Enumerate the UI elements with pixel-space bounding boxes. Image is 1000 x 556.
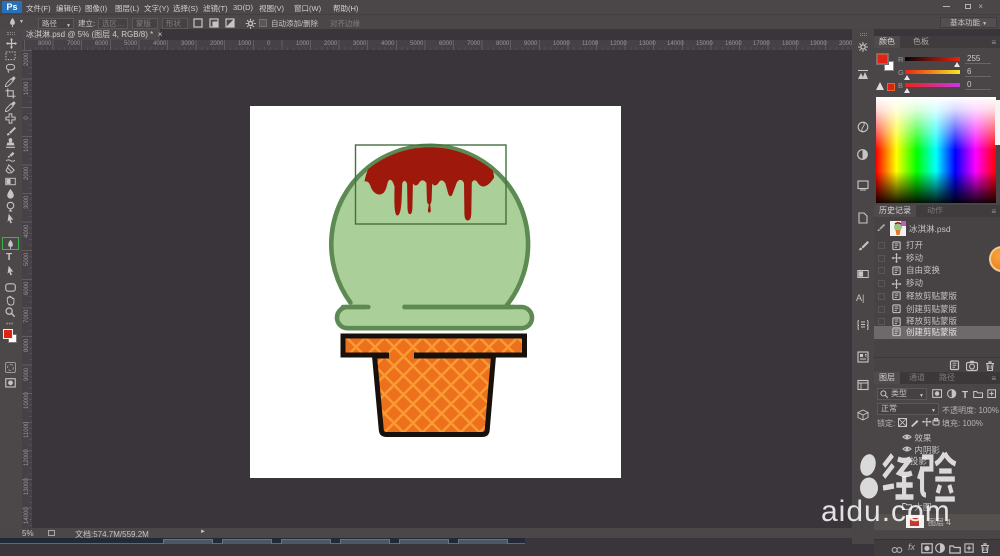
svg-text:T: T bbox=[962, 390, 968, 400]
